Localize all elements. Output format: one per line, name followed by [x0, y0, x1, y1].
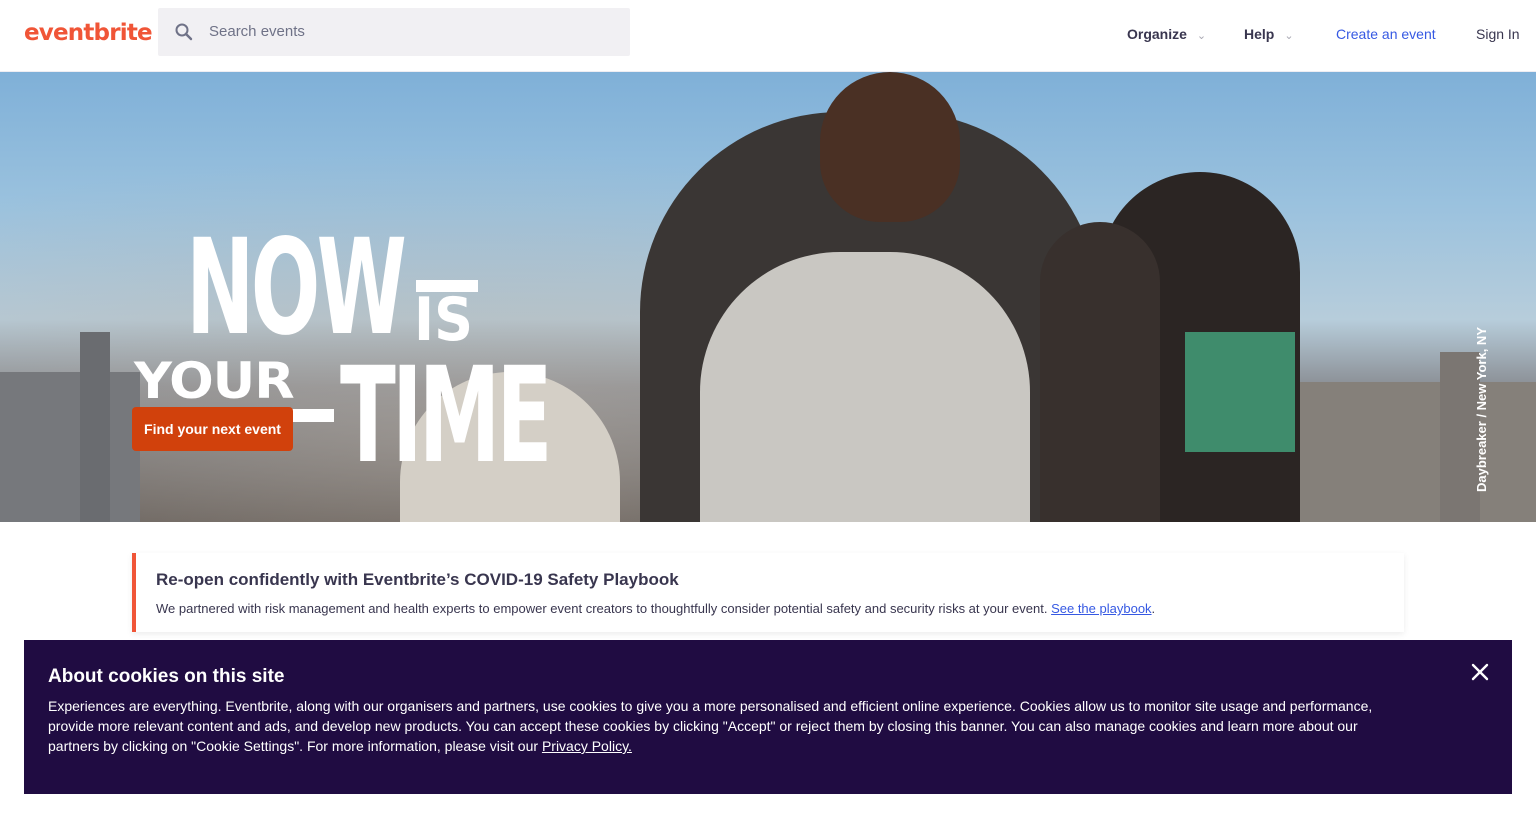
- photo-caption-text: Daybreaker / New York, NY: [1474, 327, 1489, 492]
- cookie-body: Experiences are everything. Eventbrite, …: [48, 698, 1373, 754]
- notice-body: We partnered with risk management and he…: [156, 601, 1156, 616]
- photo-caption: Daybreaker / New York, NY: [1466, 322, 1496, 492]
- headline-time: TIME: [340, 339, 552, 493]
- skyline-building: [80, 332, 110, 522]
- photo-person-face: [820, 72, 960, 222]
- hero-banner: NOW IS YOUR TIME Daybreaker / New York, …: [0, 72, 1536, 522]
- photo-silver-jacket: [700, 252, 1030, 522]
- headline-your: YOUR: [134, 352, 295, 410]
- create-event-link[interactable]: Create an event: [1336, 26, 1436, 42]
- headline-now: NOW: [186, 211, 407, 365]
- chevron-down-icon: ⌄: [1196, 29, 1207, 42]
- search-icon: [175, 23, 193, 41]
- skyline-building: [0, 372, 140, 522]
- skyline-building: [1300, 382, 1536, 522]
- nav-help-label: Help: [1244, 26, 1275, 42]
- search-input[interactable]: Search events: [209, 23, 305, 40]
- cookie-text: Experiences are everything. Eventbrite, …: [48, 696, 1388, 756]
- notice-body-text: We partnered with risk management and he…: [156, 601, 1048, 616]
- photo-person-masked: [1040, 222, 1160, 522]
- close-icon[interactable]: [1468, 660, 1492, 684]
- nav-organize[interactable]: Organize ⌄: [1127, 26, 1206, 42]
- cookie-title: About cookies on this site: [48, 666, 285, 687]
- notice-title: Re-open confidently with Eventbrite’s CO…: [156, 570, 679, 589]
- photo-tshirt-print: [1185, 332, 1295, 452]
- privacy-policy-link[interactable]: Privacy Policy.: [542, 738, 632, 754]
- eventbrite-logo[interactable]: eventbrite: [24, 20, 153, 46]
- sign-in-link[interactable]: Sign In: [1476, 26, 1520, 42]
- site-header: eventbrite Search events Organize ⌄ Help ⌄…: [0, 0, 1536, 72]
- search-bar[interactable]: Search events: [158, 8, 630, 56]
- cookie-banner: About cookies on this site Experiences a…: [24, 640, 1512, 794]
- find-next-event-button[interactable]: Find your next event: [132, 407, 293, 451]
- see-playbook-link[interactable]: See the playbook: [1051, 601, 1151, 616]
- chevron-down-icon: ⌄: [1284, 29, 1294, 42]
- nav-help[interactable]: Help ⌄: [1244, 26, 1294, 42]
- covid-playbook-notice: Re-open confidently with Eventbrite’s CO…: [132, 553, 1404, 632]
- nav-organize-label: Organize: [1127, 26, 1187, 42]
